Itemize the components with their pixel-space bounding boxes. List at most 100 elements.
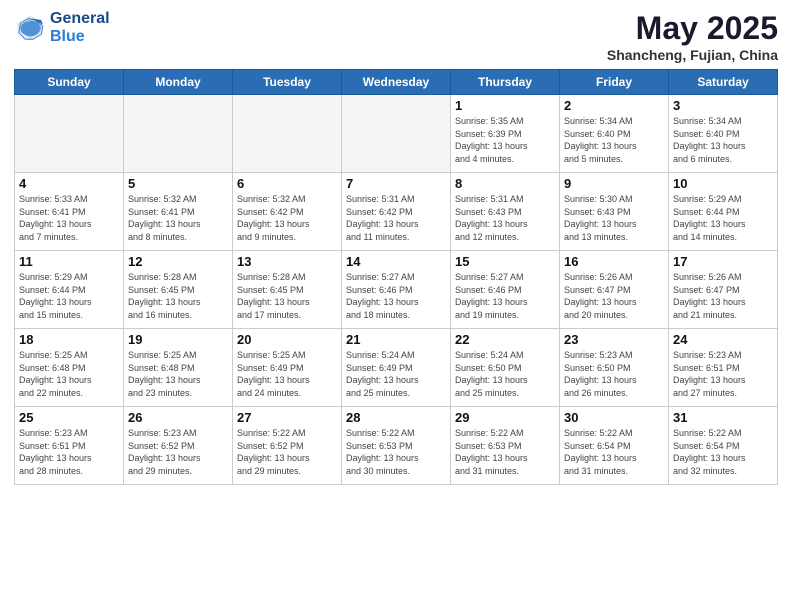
day-info: Sunrise: 5:22 AM Sunset: 6:53 PM Dayligh… bbox=[455, 427, 555, 477]
table-row: 29 Sunrise: 5:22 AM Sunset: 6:53 PM Dayli… bbox=[451, 407, 560, 485]
table-row: 3 Sunrise: 5:34 AM Sunset: 6:40 PM Daylig… bbox=[669, 95, 778, 173]
day-number: 2 bbox=[564, 98, 664, 113]
table-row: 8 Sunrise: 5:31 AM Sunset: 6:43 PM Daylig… bbox=[451, 173, 560, 251]
calendar-row: 25Sunrise: 5:23 AM Sunset: 6:51 PM Dayli… bbox=[15, 407, 778, 485]
day-number: 1 bbox=[455, 98, 555, 113]
day-number: 16 bbox=[564, 254, 664, 269]
day-info: Sunrise: 5:25 AM Sunset: 6:49 PM Dayligh… bbox=[237, 349, 337, 399]
table-row bbox=[233, 95, 342, 173]
table-row: 25Sunrise: 5:23 AM Sunset: 6:51 PM Dayli… bbox=[15, 407, 124, 485]
calendar-row: 11 Sunrise: 5:29 AM Sunset: 6:44 PM Dayli… bbox=[15, 251, 778, 329]
day-info: Sunrise: 5:28 AM Sunset: 6:45 PM Dayligh… bbox=[237, 271, 337, 321]
day-info: Sunrise: 5:22 AM Sunset: 6:53 PM Dayligh… bbox=[346, 427, 446, 477]
day-info: Sunrise: 5:25 AM Sunset: 6:48 PM Dayligh… bbox=[128, 349, 228, 399]
table-row: 9Sunrise: 5:30 AM Sunset: 6:43 PM Daylig… bbox=[560, 173, 669, 251]
title-block: May 2025 Shancheng, Fujian, China bbox=[607, 10, 778, 63]
day-info: Sunrise: 5:27 AM Sunset: 6:46 PM Dayligh… bbox=[346, 271, 446, 321]
day-number: 31 bbox=[673, 410, 773, 425]
day-info: Sunrise: 5:26 AM Sunset: 6:47 PM Dayligh… bbox=[564, 271, 664, 321]
day-info: Sunrise: 5:22 AM Sunset: 6:52 PM Dayligh… bbox=[237, 427, 337, 477]
header-sunday: Sunday bbox=[15, 70, 124, 95]
day-info: Sunrise: 5:22 AM Sunset: 6:54 PM Dayligh… bbox=[564, 427, 664, 477]
table-row: 15 Sunrise: 5:27 AM Sunset: 6:46 PM Dayli… bbox=[451, 251, 560, 329]
location: Shancheng, Fujian, China bbox=[607, 47, 778, 63]
weekday-header-row: Sunday Monday Tuesday Wednesday Thursday… bbox=[15, 70, 778, 95]
day-number: 22 bbox=[455, 332, 555, 347]
day-number: 6 bbox=[237, 176, 337, 191]
table-row: 19 Sunrise: 5:25 AM Sunset: 6:48 PM Dayli… bbox=[124, 329, 233, 407]
day-info: Sunrise: 5:33 AM Sunset: 6:41 PM Dayligh… bbox=[19, 193, 119, 243]
calendar-row: 4 Sunrise: 5:33 AM Sunset: 6:41 PM Daylig… bbox=[15, 173, 778, 251]
month-year: May 2025 bbox=[607, 10, 778, 47]
day-number: 21 bbox=[346, 332, 446, 347]
day-info: Sunrise: 5:23 AM Sunset: 6:50 PM Dayligh… bbox=[564, 349, 664, 399]
table-row: 1 Sunrise: 5:35 AM Sunset: 6:39 PM Daylig… bbox=[451, 95, 560, 173]
table-row: 21 Sunrise: 5:24 AM Sunset: 6:49 PM Dayli… bbox=[342, 329, 451, 407]
table-row: 28 Sunrise: 5:22 AM Sunset: 6:53 PM Dayli… bbox=[342, 407, 451, 485]
table-row: 17Sunrise: 5:26 AM Sunset: 6:47 PM Dayli… bbox=[669, 251, 778, 329]
table-row: 27Sunrise: 5:22 AM Sunset: 6:52 PM Dayli… bbox=[233, 407, 342, 485]
table-row: 6Sunrise: 5:32 AM Sunset: 6:42 PM Daylig… bbox=[233, 173, 342, 251]
table-row: 31 Sunrise: 5:22 AM Sunset: 6:54 PM Dayli… bbox=[669, 407, 778, 485]
table-row: 2 Sunrise: 5:34 AM Sunset: 6:40 PM Daylig… bbox=[560, 95, 669, 173]
table-row bbox=[342, 95, 451, 173]
calendar-row: 1 Sunrise: 5:35 AM Sunset: 6:39 PM Daylig… bbox=[15, 95, 778, 173]
day-info: Sunrise: 5:34 AM Sunset: 6:40 PM Dayligh… bbox=[673, 115, 773, 165]
table-row: 26Sunrise: 5:23 AM Sunset: 6:52 PM Dayli… bbox=[124, 407, 233, 485]
day-number: 7 bbox=[346, 176, 446, 191]
header-monday: Monday bbox=[124, 70, 233, 95]
day-number: 24 bbox=[673, 332, 773, 347]
day-number: 5 bbox=[128, 176, 228, 191]
table-row: 16 Sunrise: 5:26 AM Sunset: 6:47 PM Dayli… bbox=[560, 251, 669, 329]
header: General Blue May 2025 Shancheng, Fujian,… bbox=[14, 10, 778, 63]
table-row: 7 Sunrise: 5:31 AM Sunset: 6:42 PM Daylig… bbox=[342, 173, 451, 251]
day-number: 23 bbox=[564, 332, 664, 347]
day-info: Sunrise: 5:25 AM Sunset: 6:48 PM Dayligh… bbox=[19, 349, 119, 399]
table-row: 30 Sunrise: 5:22 AM Sunset: 6:54 PM Dayli… bbox=[560, 407, 669, 485]
day-info: Sunrise: 5:31 AM Sunset: 6:42 PM Dayligh… bbox=[346, 193, 446, 243]
day-number: 29 bbox=[455, 410, 555, 425]
day-number: 14 bbox=[346, 254, 446, 269]
table-row: 20 Sunrise: 5:25 AM Sunset: 6:49 PM Dayli… bbox=[233, 329, 342, 407]
table-row: 24Sunrise: 5:23 AM Sunset: 6:51 PM Dayli… bbox=[669, 329, 778, 407]
logo: General Blue bbox=[14, 10, 110, 45]
day-info: Sunrise: 5:24 AM Sunset: 6:49 PM Dayligh… bbox=[346, 349, 446, 399]
header-tuesday: Tuesday bbox=[233, 70, 342, 95]
day-number: 19 bbox=[128, 332, 228, 347]
day-info: Sunrise: 5:34 AM Sunset: 6:40 PM Dayligh… bbox=[564, 115, 664, 165]
header-wednesday: Wednesday bbox=[342, 70, 451, 95]
table-row: 10Sunrise: 5:29 AM Sunset: 6:44 PM Dayli… bbox=[669, 173, 778, 251]
day-info: Sunrise: 5:28 AM Sunset: 6:45 PM Dayligh… bbox=[128, 271, 228, 321]
day-info: Sunrise: 5:27 AM Sunset: 6:46 PM Dayligh… bbox=[455, 271, 555, 321]
table-row: 5 Sunrise: 5:32 AM Sunset: 6:41 PM Daylig… bbox=[124, 173, 233, 251]
day-number: 30 bbox=[564, 410, 664, 425]
table-row: 11 Sunrise: 5:29 AM Sunset: 6:44 PM Dayli… bbox=[15, 251, 124, 329]
day-info: Sunrise: 5:23 AM Sunset: 6:51 PM Dayligh… bbox=[19, 427, 119, 477]
calendar-row: 18 Sunrise: 5:25 AM Sunset: 6:48 PM Dayli… bbox=[15, 329, 778, 407]
day-number: 20 bbox=[237, 332, 337, 347]
day-number: 4 bbox=[19, 176, 119, 191]
day-info: Sunrise: 5:31 AM Sunset: 6:43 PM Dayligh… bbox=[455, 193, 555, 243]
table-row: 4 Sunrise: 5:33 AM Sunset: 6:41 PM Daylig… bbox=[15, 173, 124, 251]
table-row: 14 Sunrise: 5:27 AM Sunset: 6:46 PM Dayli… bbox=[342, 251, 451, 329]
day-info: Sunrise: 5:22 AM Sunset: 6:54 PM Dayligh… bbox=[673, 427, 773, 477]
calendar-table: Sunday Monday Tuesday Wednesday Thursday… bbox=[14, 69, 778, 485]
day-number: 8 bbox=[455, 176, 555, 191]
logo-icon bbox=[14, 12, 46, 44]
day-number: 15 bbox=[455, 254, 555, 269]
day-number: 3 bbox=[673, 98, 773, 113]
day-number: 18 bbox=[19, 332, 119, 347]
day-number: 9 bbox=[564, 176, 664, 191]
page-container: General Blue May 2025 Shancheng, Fujian,… bbox=[0, 0, 792, 495]
day-number: 28 bbox=[346, 410, 446, 425]
day-info: Sunrise: 5:32 AM Sunset: 6:41 PM Dayligh… bbox=[128, 193, 228, 243]
table-row: 18 Sunrise: 5:25 AM Sunset: 6:48 PM Dayli… bbox=[15, 329, 124, 407]
day-info: Sunrise: 5:29 AM Sunset: 6:44 PM Dayligh… bbox=[673, 193, 773, 243]
day-number: 11 bbox=[19, 254, 119, 269]
table-row: 23 Sunrise: 5:23 AM Sunset: 6:50 PM Dayli… bbox=[560, 329, 669, 407]
table-row: 13Sunrise: 5:28 AM Sunset: 6:45 PM Dayli… bbox=[233, 251, 342, 329]
day-info: Sunrise: 5:29 AM Sunset: 6:44 PM Dayligh… bbox=[19, 271, 119, 321]
day-info: Sunrise: 5:35 AM Sunset: 6:39 PM Dayligh… bbox=[455, 115, 555, 165]
day-number: 12 bbox=[128, 254, 228, 269]
table-row: 22Sunrise: 5:24 AM Sunset: 6:50 PM Dayli… bbox=[451, 329, 560, 407]
